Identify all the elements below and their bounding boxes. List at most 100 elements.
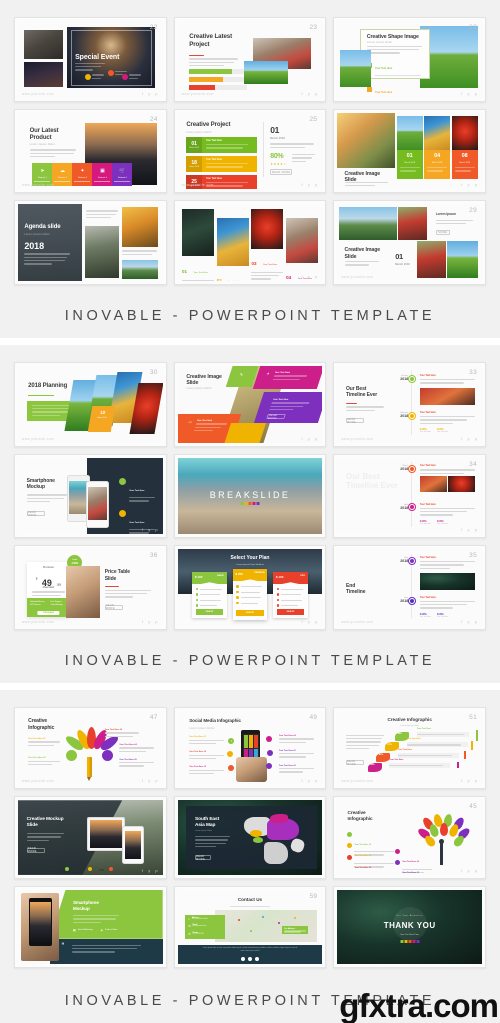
- map-region-amber[interactable]: [249, 830, 262, 837]
- info-label-1[interactable]: Your Text Here #1: [28, 738, 60, 748]
- pricing-card-pro[interactable]: $ 100 PRO SIGN UP: [273, 572, 308, 619]
- image-card-2[interactable]: 04 March 2018: [424, 115, 451, 179]
- slide-breakslide[interactable]: BREAKSLIDE: [173, 453, 327, 539]
- price-card[interactable]: Premium $ 49 .99 Overview Unlimited Acce…: [26, 561, 71, 617]
- contact-item-3[interactable]: ✆ Phone +01 234 567 890: [188, 932, 204, 936]
- project-row[interactable]: 01 March 2018 Your Text Here: [186, 137, 258, 154]
- read-more-button[interactable]: READ MORE: [26, 847, 45, 853]
- tree-item-3[interactable]: Your Text Here #3: [347, 855, 390, 874]
- read-more-button[interactable]: READ MORE: [270, 169, 293, 176]
- slide-timeline-34[interactable]: 34 Our Best Timeline Ever March 2018 You…: [333, 453, 486, 539]
- slide-tree-infographic[interactable]: 45 Creative Infographic Your Text Here #…: [333, 796, 486, 879]
- social-dots[interactable]: [240, 957, 259, 962]
- slide-our-latest-product[interactable]: 24 Our Latest Product Lorem Ipsum Dolor …: [14, 108, 167, 194]
- feature-card-4[interactable]: ▣ Feature 4: [92, 163, 113, 187]
- timeline-entry-2[interactable]: Your Text Here 0.8% Your Text Here 0.6% …: [419, 504, 475, 525]
- info-label-4[interactable]: Your Text Here #4: [119, 744, 154, 754]
- slide-leaf-chart-infographic[interactable]: 51 Creative Infographic Lorem Ipsum Dolo…: [333, 707, 486, 790]
- leaf-pct: 67%: [387, 743, 392, 746]
- slide-agenda[interactable]: Agenda slide Lorem Ipsum Dolor 2018: [14, 200, 167, 285]
- slide-device-mockup[interactable]: Creative Mockup Slide READ MORE 1250 Dow…: [14, 796, 167, 879]
- slide-diagonal-color[interactable]: Creative Image Slide Lorem Ipsum Dolor ✎…: [173, 362, 327, 447]
- numbered-item-2[interactable]: 02 Your Text Here: [217, 269, 249, 281]
- map-region-magenta[interactable]: [270, 813, 288, 823]
- slide-page-number: 29: [469, 207, 477, 215]
- timeline-entry-2[interactable]: Your Text Here 0.8% Your Text Here 0.6% …: [419, 596, 475, 618]
- social-label-1[interactable]: Your Text Here #1: [189, 736, 224, 746]
- shape-item-label: Your Text Here: [374, 66, 393, 70]
- timeline-entry-1[interactable]: Your Text Here: [419, 465, 475, 492]
- map-badge[interactable]: Our Address: [282, 926, 309, 935]
- slide-smartphone-green[interactable]: Smartphone Mockup ▦ Social Marketing ◈ P…: [14, 885, 167, 968]
- slide-select-your-plan[interactable]: Select Your Plan Lorem Ipsum Dolor Sit A…: [173, 545, 327, 630]
- slide-contact-us[interactable]: 59 Contact Us Our Address ⌖ Address 123 …: [173, 885, 327, 968]
- slide-numbered-photos[interactable]: 01 Your Text Here 02 Your Text Here 03 Y…: [173, 200, 327, 285]
- color-block-amber[interactable]: [222, 422, 266, 443]
- info-label-2[interactable]: Your Text Here #2: [28, 757, 60, 767]
- contact-item-2[interactable]: ✉ Email hello@yourmail.com: [188, 924, 206, 928]
- slide-thank-you[interactable]: For Your Attention THANK YOU See You Nex…: [333, 885, 486, 968]
- slide-special-event[interactable]: 22 Special Event www.yoursite.com f y p: [14, 17, 167, 102]
- signup-button[interactable]: SIGN UP: [276, 608, 305, 615]
- social-label-5[interactable]: Your Text Here #5: [278, 750, 314, 760]
- slide-creative-shape-image[interactable]: 22 Creative Shape Image Lorem Ipsum Dolo…: [333, 17, 486, 102]
- signup-button[interactable]: SIGN UP: [195, 608, 224, 615]
- read-more-button[interactable]: READ MORE: [266, 414, 286, 420]
- color-block-magenta[interactable]: ✈ Your Text Here: [252, 366, 323, 389]
- image-card-3[interactable]: 08 March 2018: [451, 115, 478, 179]
- green-feature-1[interactable]: ▦ Social Marketing: [73, 928, 93, 932]
- slide-asia-map[interactable]: South East Asia Map Lorem Ipsum Dolor RE…: [173, 796, 327, 879]
- feature-label: Your Text Here: [129, 489, 145, 492]
- facebook-dot[interactable]: [240, 957, 245, 962]
- feature-card-2[interactable]: ☁ Feature 2: [52, 163, 73, 187]
- signup-button[interactable]: SIGN UP: [236, 609, 264, 616]
- tree-item-5[interactable]: Your Text Here #5: [395, 859, 433, 875]
- timeline-entry-1[interactable]: Your Text Here: [419, 557, 475, 590]
- timeline-entry-1[interactable]: Your Text Here: [419, 375, 475, 405]
- project-row[interactable]: 18 March 2018 Your Text Here: [186, 156, 258, 173]
- pricing-card-premium[interactable]: $ 250 PREMIUM SIGN UP: [232, 569, 268, 620]
- purchase-button[interactable]: PURCHASE: [37, 610, 59, 615]
- info-label-3[interactable]: Your Text Here #3: [104, 729, 140, 739]
- read-more-button[interactable]: READ MORE: [26, 511, 45, 517]
- instagram-dot[interactable]: [254, 957, 259, 962]
- map-photo[interactable]: Our Address: [215, 910, 317, 942]
- social-label-6[interactable]: Your Text Here #6: [278, 765, 314, 775]
- slide-end-timeline[interactable]: 35 End Timeline May 2018 Your Text Here: [333, 545, 486, 630]
- color-block-purple[interactable]: Your Text Here READ MORE: [253, 392, 323, 423]
- photo-girl: [286, 218, 318, 263]
- slide-smartphone-mockup-dark[interactable]: Smartphone Mockup READ MORE Your Text He…: [14, 453, 167, 539]
- contact-item-1[interactable]: ⌖ Address 123 Lorem Ipsum Street: [188, 917, 208, 921]
- mockup-feature-1[interactable]: Your Text Here: [119, 477, 160, 504]
- slide-creative-latest-project[interactable]: 23 Creative Latest Project www.yoursite.…: [173, 17, 327, 102]
- slide-peacock-infographic[interactable]: 47 Creative Infographic Your Text Here #…: [14, 707, 167, 790]
- social-label-2[interactable]: Your Text Here #2: [189, 751, 224, 761]
- slide-timeline-33[interactable]: 33 Our Best Timeline Ever READ MORE Janu…: [333, 362, 486, 447]
- map-region-grey-2[interactable]: [264, 841, 288, 865]
- image-card-1[interactable]: 01 March 2018: [396, 115, 423, 179]
- feature-card-3[interactable]: ✦ Feature 3: [72, 163, 93, 187]
- slide-creative-image-slide-01[interactable]: 29 Lorem Ipsum MORE Creative Image Slide…: [333, 200, 486, 285]
- slide-creative-image-slide-cards[interactable]: Creative Image Slide 01 March 2018 04 Ma…: [333, 108, 486, 194]
- corner-button[interactable]: MORE: [435, 230, 450, 236]
- read-more-button[interactable]: READ MORE: [346, 760, 364, 766]
- screenshot-page: 22 Special Event www.yoursite.com f y p …: [0, 0, 500, 1023]
- green-feature-2[interactable]: ◈ Product Sales: [101, 928, 118, 932]
- feature-card-5[interactable]: 🛒 Feature 5: [112, 163, 133, 187]
- pricing-card-basic[interactable]: $ 100 BASIC SIGN UP: [192, 572, 227, 619]
- slide-social-media-infographic[interactable]: 49 Social Media Infographic Lorem Ipsum …: [173, 707, 327, 790]
- read-more-button[interactable]: READ MORE: [346, 418, 364, 424]
- slide-price-table[interactable]: 36 Premium $ 49 .99 Overview Unlimited A…: [14, 545, 167, 630]
- entry-heading: Your Text Here: [419, 596, 436, 599]
- slide-creative-project[interactable]: 25 Creative Project Lorem Ipsum Dolor 01…: [173, 108, 327, 194]
- slide-2018-planning[interactable]: 30 2018 Planning 10 March 2018 www.yours…: [14, 362, 167, 447]
- social-label-4[interactable]: Your Text Here #4: [278, 735, 314, 745]
- timeline-entry-2[interactable]: Your Text Here 0.8% Your Text Here 0.6% …: [419, 412, 475, 433]
- read-more-button[interactable]: READ MORE: [195, 855, 212, 861]
- numbered-item-1[interactable]: 01 Your Text Here: [181, 260, 214, 281]
- numbered-item-3[interactable]: 03 Your Text Here: [251, 252, 284, 281]
- info-label-5[interactable]: Your Text Here #5: [119, 759, 154, 769]
- read-more-button[interactable]: READ MORE: [104, 604, 123, 610]
- social-label-3[interactable]: Your Text Here #3: [189, 766, 224, 776]
- twitter-dot[interactable]: [247, 957, 252, 962]
